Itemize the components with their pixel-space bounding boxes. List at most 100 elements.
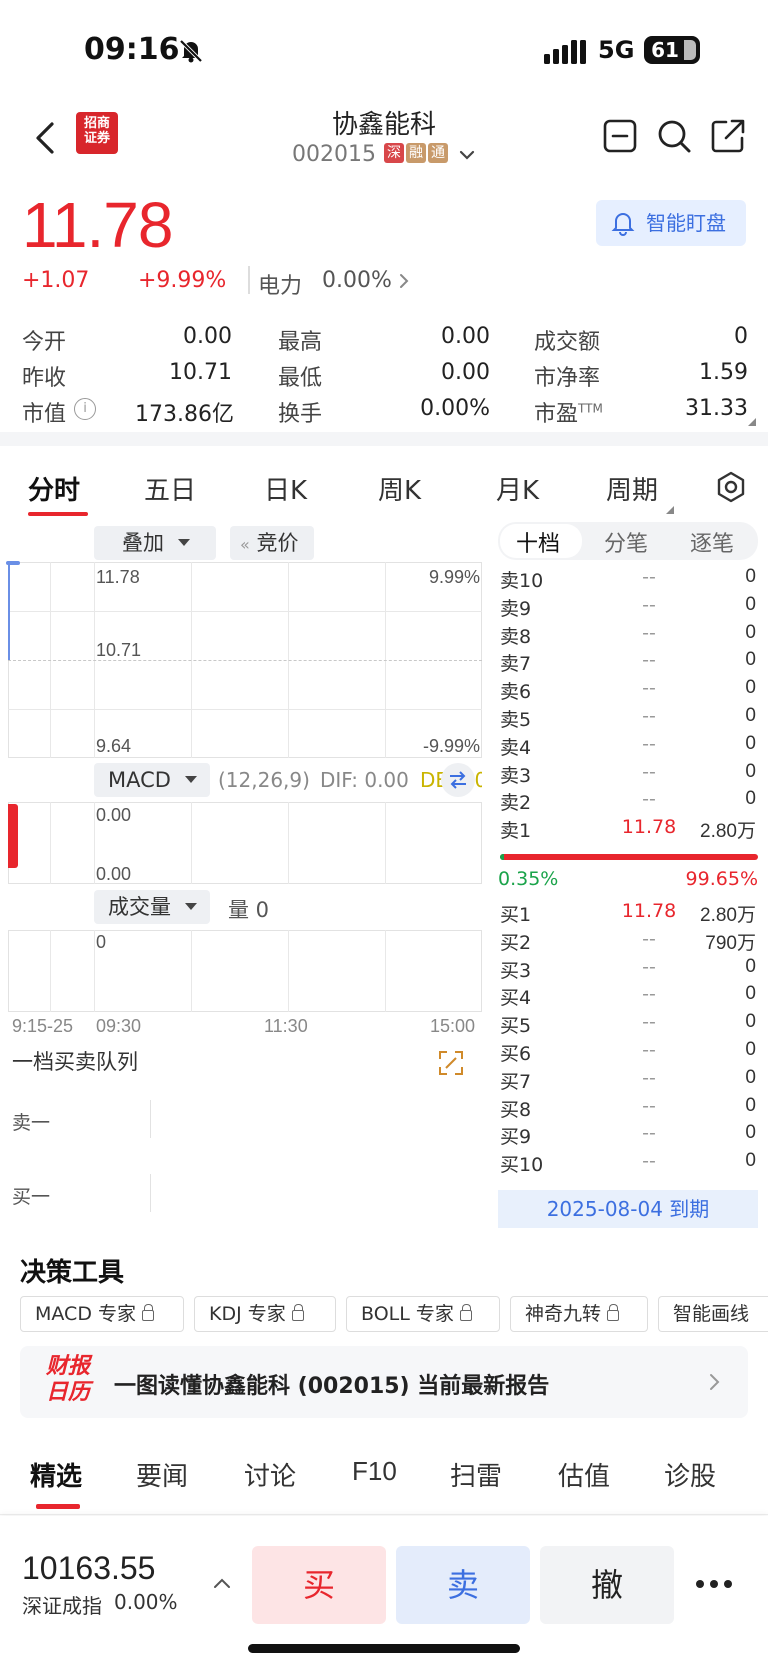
tool-label: MACD 专家 <box>35 1303 136 1325</box>
macd-chart[interactable] <box>8 802 482 884</box>
bid-level-row[interactable]: 买7 -- 0 <box>498 1065 758 1093</box>
bid-level-price: 11.78 <box>621 900 677 922</box>
bid-level-row[interactable]: 买4 -- 0 <box>498 981 758 1009</box>
ask-level-price: -- <box>642 566 656 588</box>
more-icon[interactable] <box>692 1574 736 1594</box>
index-change-pct[interactable]: 0.00% <box>114 1590 178 1614</box>
chevron-right-icon[interactable] <box>708 1372 720 1392</box>
ask-level-row[interactable]: 卖2 -- 0 <box>498 786 758 814</box>
stat-label-pe: 市盈TTM <box>534 396 603 428</box>
volume-dropdown[interactable]: 成交量 <box>94 890 210 924</box>
tab-weekly-k[interactable]: 周K <box>378 470 421 507</box>
caret-down-icon <box>178 539 190 546</box>
tab-f10[interactable]: F10 <box>352 1456 397 1487</box>
ask-level-row[interactable]: 卖7 -- 0 <box>498 647 758 675</box>
stat-value-high: 0.00 <box>441 324 490 349</box>
bid-level-row[interactable]: 买9 -- 0 <box>498 1120 758 1148</box>
volume-chart[interactable] <box>8 930 482 1012</box>
cancel-order-button[interactable]: 撤 <box>540 1546 674 1624</box>
report-text[interactable]: 一图读懂协鑫能科 (002015) 当前最新报告 <box>114 1368 549 1400</box>
remove-watchlist-icon[interactable] <box>602 118 638 154</box>
expand-icon[interactable] <box>438 1050 464 1076</box>
tab-intraday[interactable]: 分时 <box>28 470 80 507</box>
auction-price-marker <box>6 561 20 565</box>
ask-level-price: -- <box>642 760 656 783</box>
search-icon[interactable] <box>656 118 692 154</box>
divider <box>0 1514 768 1515</box>
tab-featured[interactable]: 精选 <box>30 1456 82 1493</box>
tab-valuation[interactable]: 估值 <box>558 1456 610 1493</box>
ask-level-row[interactable]: 卖9 -- 0 <box>498 592 758 620</box>
tab-tick-by-tick[interactable]: 分笔 <box>604 526 648 558</box>
ask-level-row[interactable]: 卖10 -- 0 <box>498 564 758 592</box>
tab-period[interactable]: 周期 <box>606 470 658 507</box>
overlay-dropdown[interactable]: 叠加 <box>94 526 216 560</box>
ask-level-row[interactable]: 卖8 -- 0 <box>498 620 758 648</box>
stat-value-market-cap: 173.86亿 <box>135 402 234 427</box>
bid-level-row[interactable]: 买10 -- 0 <box>498 1148 758 1176</box>
tab-risk-scan[interactable]: 扫雷 <box>450 1456 502 1493</box>
bid-level-row[interactable]: 买2 -- 790万 <box>498 926 758 954</box>
tab-ten-levels[interactable]: 十档 <box>516 526 560 558</box>
sell-button[interactable]: 卖 <box>396 1546 530 1624</box>
grid-line <box>385 802 386 884</box>
bid-level-row[interactable]: 买1 11.78 2.80万 <box>498 898 758 926</box>
auction-toggle[interactable]: « 竞价 <box>230 526 314 560</box>
settings-icon[interactable] <box>714 470 748 504</box>
macd-dif: DIF: 0.00 <box>320 768 409 792</box>
bid-level-price: -- <box>642 1039 656 1061</box>
bid-level-label: 买5 <box>500 1015 532 1038</box>
ask-level-row[interactable]: 卖3 -- 0 <box>498 759 758 787</box>
tab-five-day[interactable]: 五日 <box>144 470 196 507</box>
cellular-signal-icon <box>544 40 586 64</box>
tool-smart-draw[interactable]: 智能画线 <box>658 1296 768 1332</box>
tab-order-by-order[interactable]: 逐笔 <box>690 526 734 558</box>
tab-discussion[interactable]: 讨论 <box>244 1456 296 1493</box>
sector-change-pct[interactable]: 0.00% <box>322 268 392 293</box>
tool-kdj-expert[interactable]: KDJ 专家 <box>194 1296 336 1332</box>
tool-macd-expert[interactable]: MACD 专家 <box>20 1296 184 1332</box>
bid-level-volume: 0 <box>745 1066 756 1088</box>
tag-tong: 通 <box>428 143 448 163</box>
macd-label: MACD <box>108 768 171 792</box>
stat-label-high: 最高 <box>278 330 323 355</box>
price-label-mid: 10.71 <box>96 640 142 660</box>
chevron-up-icon[interactable] <box>212 1576 232 1590</box>
tab-monthly-k[interactable]: 月K <box>496 470 539 507</box>
ask-level-row[interactable]: 卖6 -- 0 <box>498 675 758 703</box>
index-name[interactable]: 深证成指 <box>22 1590 102 1619</box>
tab-active-indicator <box>28 512 88 516</box>
expiry-notice[interactable]: 2025-08-04 到期 <box>498 1190 758 1228</box>
smart-watch-button[interactable]: 智能盯盘 <box>596 200 746 246</box>
tab-diagnosis[interactable]: 诊股 <box>664 1456 716 1493</box>
back-arrow-icon[interactable] <box>28 118 64 158</box>
share-icon[interactable] <box>710 118 746 154</box>
bid-level-row[interactable]: 买8 -- 0 <box>498 1093 758 1121</box>
home-indicator[interactable] <box>248 1644 520 1653</box>
stat-label-market-cap: 市值 <box>22 402 67 427</box>
bid-ask-ratio-bar <box>500 854 758 860</box>
tab-daily-k[interactable]: 日K <box>264 470 307 507</box>
tool-boll-expert[interactable]: BOLL 专家 <box>346 1296 500 1332</box>
ask-level-volume: 0 <box>745 593 756 615</box>
price-change-pct: +9.99% <box>138 268 227 293</box>
info-icon[interactable]: i <box>74 398 96 420</box>
bid-level-row[interactable]: 买5 -- 0 <box>498 1009 758 1037</box>
stock-code[interactable]: 002015 <box>292 142 376 167</box>
tab-news[interactable]: 要闻 <box>136 1456 188 1493</box>
ask-level-row[interactable]: 卖5 -- 0 <box>498 703 758 731</box>
ask-level-row[interactable]: 卖1 11.78 2.80万 <box>498 814 758 842</box>
chevron-down-icon[interactable] <box>458 148 476 162</box>
sector-name[interactable]: 电力 <box>258 268 302 300</box>
ask-level-row[interactable]: 卖4 -- 0 <box>498 731 758 759</box>
chevron-right-icon[interactable] <box>398 272 410 290</box>
bid-level-row[interactable]: 买3 -- 0 <box>498 954 758 982</box>
expand-corner-icon[interactable] <box>748 418 756 426</box>
macd-dropdown[interactable]: MACD <box>94 763 210 797</box>
swap-indicator-icon[interactable] <box>440 762 476 798</box>
buy-button[interactable]: 买 <box>252 1546 386 1624</box>
prev-close-line <box>8 660 482 661</box>
index-value[interactable]: 10163.55 <box>22 1550 155 1587</box>
bid-level-row[interactable]: 买6 -- 0 <box>498 1037 758 1065</box>
tool-magic-nine[interactable]: 神奇九转 <box>510 1296 648 1332</box>
